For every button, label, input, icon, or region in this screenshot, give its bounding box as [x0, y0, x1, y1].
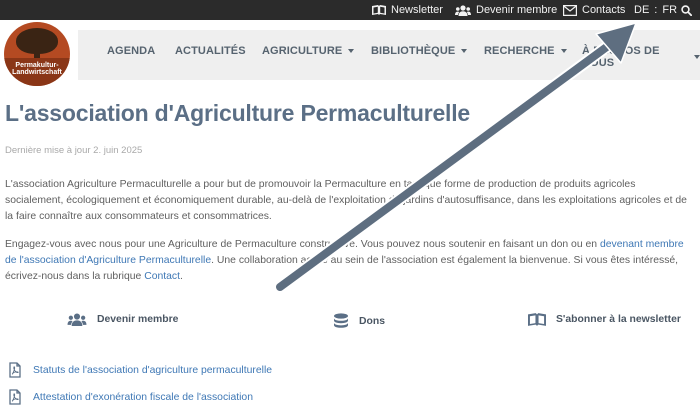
top-utility-bar: Newsletter Devenir membre Contacts DE : …	[0, 0, 700, 20]
users-icon	[67, 313, 87, 326]
document-link-statuts[interactable]: Statuts de l'association d'agriculture p…	[9, 362, 272, 378]
search-icon	[681, 4, 692, 16]
lang-de-link[interactable]: DE	[634, 4, 649, 16]
engagement-text-a: Engagez-vous avec nous pour une Agricult…	[5, 239, 600, 250]
cta-donations[interactable]: Dons	[333, 313, 385, 330]
nav-bibliotheque[interactable]: BIBLIOTHÈQUE	[371, 45, 468, 57]
topbar-member-label: Devenir membre	[476, 4, 558, 16]
nav-agriculture-label: AGRICULTURE	[262, 45, 343, 57]
chevron-down-icon	[694, 55, 700, 59]
lang-fr-link[interactable]: FR	[662, 4, 677, 16]
nav-agenda-label: AGENDA	[107, 45, 156, 57]
document-link-statuts-label: Statuts de l'association d'agriculture p…	[33, 364, 273, 376]
chevron-down-icon	[560, 49, 567, 53]
pdf-file-icon	[9, 389, 21, 405]
cta-newsletter-subscribe[interactable]: S'abonner à la newsletter	[528, 313, 681, 326]
nav-agenda[interactable]: AGENDA	[107, 45, 155, 57]
chevron-down-icon	[461, 49, 468, 53]
book-open-icon	[372, 5, 386, 15]
topbar-contacts-label: Contacts	[582, 4, 626, 16]
chevron-down-icon	[348, 49, 355, 53]
topbar-contacts-link[interactable]: Contacts	[563, 0, 625, 20]
site-logo[interactable]: Permakultur- Landwirtschaft	[4, 22, 70, 86]
book-open-icon	[528, 313, 546, 326]
nav-a-propos-label: À PROPOS DE NOUS	[582, 45, 660, 69]
users-icon	[455, 4, 471, 16]
topbar-newsletter-label: Newsletter	[391, 4, 443, 16]
nav-recherche-label: RECHERCHE	[484, 45, 555, 57]
topbar-member-link[interactable]: Devenir membre	[455, 0, 557, 20]
cta-member-label: Devenir membre	[97, 314, 179, 325]
document-link-attestation-label: Attestation d'exonération fiscale de l'a…	[33, 391, 253, 403]
nav-recherche[interactable]: RECHERCHE	[484, 45, 567, 57]
document-link-attestation[interactable]: Attestation d'exonération fiscale de l'a…	[9, 389, 253, 405]
cta-become-member[interactable]: Devenir membre	[67, 313, 178, 326]
pdf-file-icon	[9, 362, 21, 378]
cta-newsletter-label: S'abonner à la newsletter	[556, 314, 681, 325]
last-updated-date: Dernière mise à jour 2. juin 2025	[5, 145, 143, 156]
contact-link[interactable]: Contact	[144, 271, 180, 282]
intro-paragraph: L'association Agriculture Permaculturell…	[5, 179, 687, 223]
lang-separator: :	[654, 4, 658, 16]
engagement-text-c: .	[180, 271, 183, 283]
logo-text-line1: Permakultur-	[15, 62, 59, 69]
nav-bibliotheque-label: BIBLIOTHÈQUE	[371, 45, 456, 57]
language-switcher: DE : FR	[634, 0, 677, 20]
logo-text-line2: Landwirtschaft	[12, 69, 62, 76]
cta-dons-label: Dons	[359, 316, 385, 327]
engagement-paragraph: Engagez-vous avec nous pour une Agricult…	[5, 237, 695, 286]
nav-agriculture[interactable]: AGRICULTURE	[262, 45, 355, 57]
nav-a-propos[interactable]: À PROPOS DE NOUS	[582, 45, 700, 69]
envelope-icon	[563, 4, 577, 16]
nav-actualites-label: ACTUALITÉS	[175, 45, 246, 57]
page-title: L'association d'Agriculture Permaculture…	[5, 100, 471, 126]
coins-stack-icon	[334, 313, 348, 328]
topbar-newsletter-link[interactable]: Newsletter	[372, 0, 443, 20]
search-button[interactable]	[681, 0, 692, 20]
nav-actualites[interactable]: ACTUALITÉS	[175, 45, 246, 57]
